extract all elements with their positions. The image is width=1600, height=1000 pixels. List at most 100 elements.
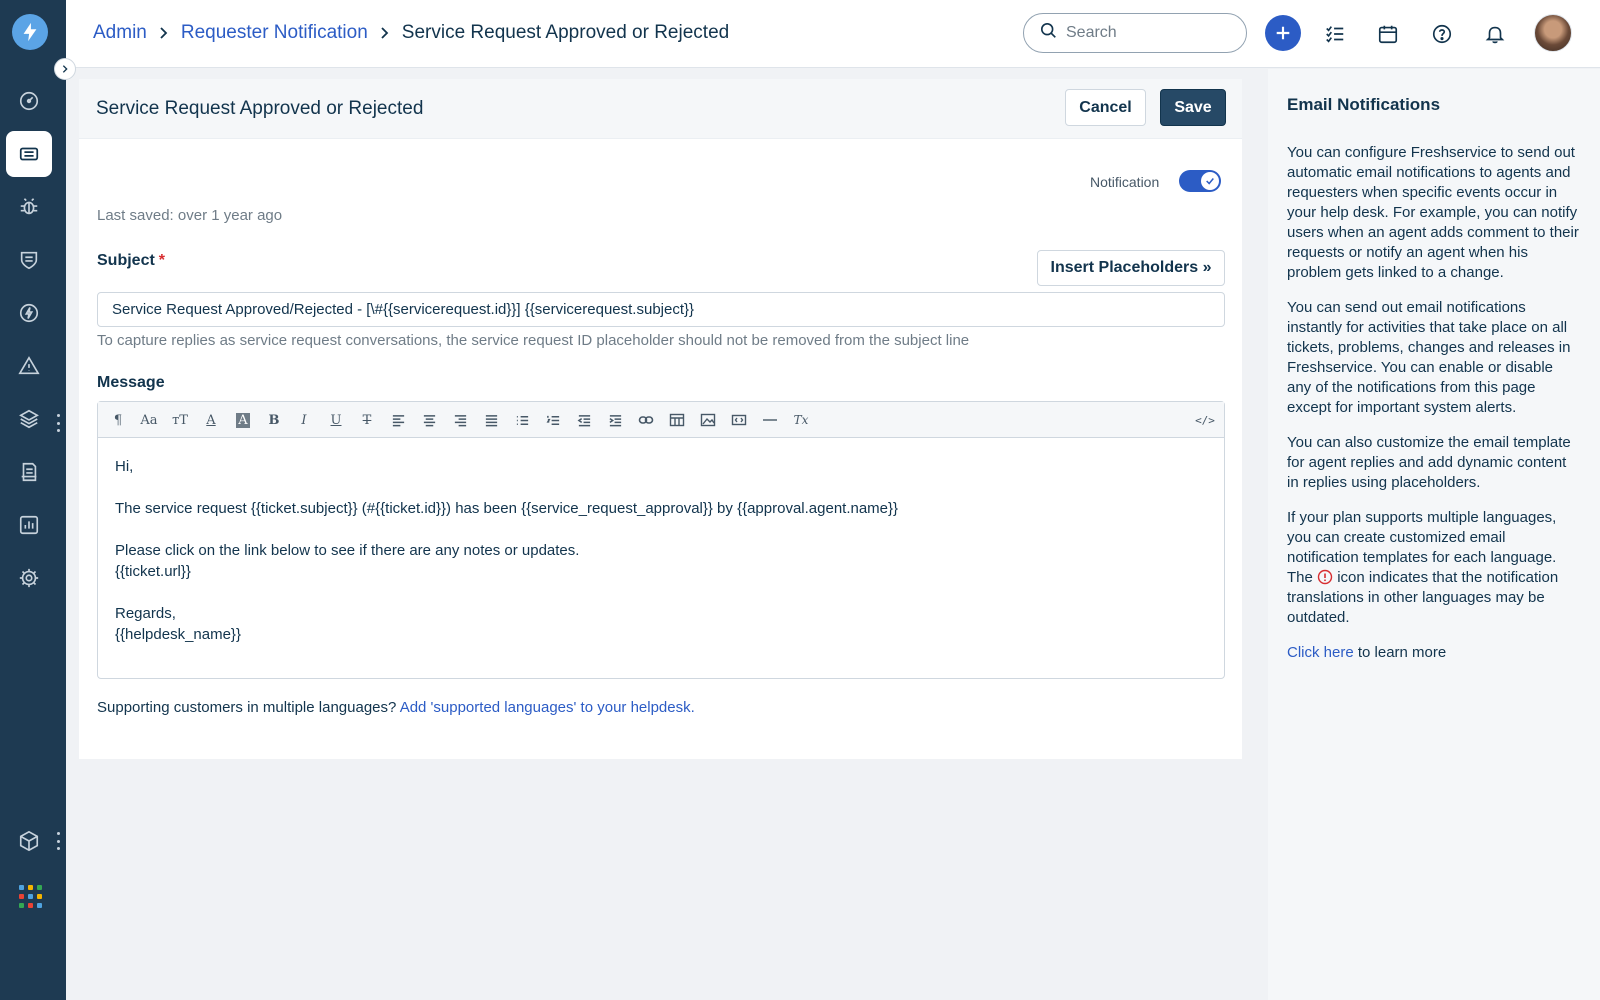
dashboard-icon[interactable] bbox=[6, 78, 52, 124]
outdent-icon[interactable] bbox=[572, 408, 596, 432]
notification-toggle-label: Notification bbox=[1090, 174, 1160, 190]
message-line bbox=[115, 477, 1207, 498]
align-justify-icon[interactable] bbox=[479, 408, 503, 432]
image-icon[interactable] bbox=[696, 408, 720, 432]
italic-icon[interactable]: I bbox=[292, 408, 316, 432]
subject-label-text: Subject bbox=[97, 252, 155, 269]
card-header: Service Request Approved or Rejected Can… bbox=[79, 79, 1242, 139]
help-button[interactable] bbox=[1424, 16, 1460, 52]
releases-icon[interactable] bbox=[6, 290, 52, 336]
last-saved-text: Last saved: over 1 year ago bbox=[97, 207, 283, 224]
add-supported-languages-link[interactable]: Add 'supported languages' to your helpde… bbox=[400, 699, 695, 716]
search-icon bbox=[1040, 22, 1058, 45]
search-input[interactable] bbox=[1066, 24, 1226, 42]
align-right-icon[interactable] bbox=[448, 408, 472, 432]
packages-icon[interactable] bbox=[6, 818, 52, 864]
horizontal-rule-icon[interactable] bbox=[758, 408, 782, 432]
message-line: Please click on the link below to see if… bbox=[115, 542, 580, 559]
subject-label: Subject * bbox=[97, 252, 165, 270]
sidebar bbox=[0, 0, 66, 1000]
chevron-right-icon bbox=[378, 26, 392, 40]
font-family-icon[interactable]: Aa bbox=[137, 408, 161, 432]
chevron-right-icon bbox=[157, 26, 171, 40]
help-panel-title: Email Notifications bbox=[1287, 95, 1441, 114]
cancel-button[interactable]: Cancel bbox=[1065, 89, 1146, 126]
search-box[interactable] bbox=[1023, 13, 1247, 53]
notification-editor-card: Service Request Approved or Rejected Can… bbox=[79, 79, 1242, 759]
breadcrumb: Admin Requester Notification Service Req… bbox=[93, 22, 729, 44]
bullet-list-icon[interactable] bbox=[510, 408, 534, 432]
calendar-button[interactable] bbox=[1370, 16, 1406, 52]
help-paragraph: You can configure Freshservice to send o… bbox=[1287, 144, 1579, 281]
strikethrough-icon[interactable]: T bbox=[355, 408, 379, 432]
message-line: {{helpdesk_name}} bbox=[115, 626, 241, 643]
background-color-icon[interactable]: A bbox=[231, 408, 255, 432]
languages-footer: Supporting customers in multiple languag… bbox=[97, 699, 695, 716]
changes-icon[interactable] bbox=[6, 237, 52, 283]
align-center-icon[interactable] bbox=[417, 408, 441, 432]
help-paragraph: If your plan supports multiple languages… bbox=[1287, 508, 1581, 628]
message-editor: ¶ Aa ᴛT A A B I U T Tx </> Hi, The servi… bbox=[97, 401, 1225, 679]
solutions-icon[interactable] bbox=[6, 449, 52, 495]
numbered-list-icon[interactable] bbox=[541, 408, 565, 432]
notification-toggle[interactable] bbox=[1179, 170, 1221, 192]
breadcrumb-requester-notification-link[interactable]: Requester Notification bbox=[181, 22, 368, 44]
subject-input[interactable] bbox=[97, 292, 1225, 327]
message-body[interactable]: Hi, The service request {{ticket.subject… bbox=[98, 438, 1224, 663]
help-paragraph: You can send out email notifications ins… bbox=[1287, 299, 1571, 416]
freshservice-logo[interactable] bbox=[12, 14, 48, 50]
alerts-icon[interactable] bbox=[6, 343, 52, 389]
warning-icon bbox=[1317, 569, 1333, 585]
breadcrumb-current: Service Request Approved or Rejected bbox=[401, 22, 730, 43]
editor-toolbar: ¶ Aa ᴛT A A B I U T Tx </> bbox=[98, 402, 1224, 438]
plus-icon bbox=[1276, 26, 1290, 40]
message-line: {{ticket.url}} bbox=[115, 563, 191, 580]
bold-icon[interactable]: B bbox=[262, 408, 286, 432]
learn-more-line: Click here to learn more bbox=[1287, 643, 1581, 663]
bell-icon bbox=[1485, 26, 1505, 44]
languages-question: Supporting customers in multiple languag… bbox=[97, 699, 397, 716]
top-header: Admin Requester Notification Service Req… bbox=[66, 0, 1600, 68]
admin-icon[interactable] bbox=[6, 555, 52, 601]
breadcrumb-admin-link[interactable]: Admin bbox=[93, 22, 147, 44]
help-panel: Email Notifications You can configure Fr… bbox=[1268, 69, 1600, 1000]
message-line bbox=[115, 519, 1207, 540]
page-title: Service Request Approved or Rejected bbox=[96, 98, 424, 119]
apps-icon[interactable] bbox=[19, 885, 43, 909]
indent-icon[interactable] bbox=[603, 408, 627, 432]
table-icon[interactable] bbox=[665, 408, 689, 432]
underline-icon[interactable]: U bbox=[324, 408, 348, 432]
click-here-link[interactable]: Click here bbox=[1287, 644, 1354, 661]
todo-button[interactable] bbox=[1317, 16, 1353, 52]
message-line bbox=[115, 582, 1207, 603]
new-item-button[interactable] bbox=[1265, 15, 1301, 51]
message-line: The service request {{ticket.subject}} (… bbox=[115, 500, 899, 517]
tickets-icon[interactable] bbox=[6, 131, 52, 177]
help-icon bbox=[1432, 24, 1452, 44]
checklist-icon bbox=[1326, 26, 1344, 43]
message-line: Regards, bbox=[115, 605, 176, 622]
expand-sidebar-button[interactable] bbox=[54, 58, 76, 80]
help-paragraph: You can also customize the email templat… bbox=[1287, 434, 1571, 491]
align-left-icon[interactable] bbox=[386, 408, 410, 432]
insert-placeholders-button[interactable]: Insert Placeholders » bbox=[1037, 250, 1225, 286]
paragraph-format-icon[interactable]: ¶ bbox=[106, 408, 130, 432]
message-label: Message bbox=[97, 374, 165, 391]
message-line: Hi, bbox=[115, 458, 134, 475]
save-button[interactable]: Save bbox=[1160, 89, 1226, 126]
reports-icon[interactable] bbox=[6, 502, 52, 548]
packages-more-dots[interactable] bbox=[56, 832, 60, 850]
notifications-button[interactable] bbox=[1477, 16, 1513, 52]
embed-code-icon[interactable] bbox=[727, 408, 751, 432]
calendar-icon bbox=[1378, 25, 1398, 44]
assets-icon[interactable] bbox=[6, 396, 52, 442]
font-size-icon[interactable]: ᴛT bbox=[168, 408, 192, 432]
text-color-icon[interactable]: A bbox=[199, 408, 223, 432]
clear-formatting-icon[interactable]: Tx bbox=[789, 408, 813, 432]
user-avatar[interactable] bbox=[1534, 14, 1572, 52]
problems-icon[interactable] bbox=[6, 184, 52, 230]
link-icon[interactable] bbox=[634, 408, 658, 432]
code-view-icon[interactable]: </> bbox=[1193, 408, 1217, 432]
check-icon bbox=[1201, 172, 1219, 190]
assets-more-dots[interactable] bbox=[56, 414, 60, 432]
